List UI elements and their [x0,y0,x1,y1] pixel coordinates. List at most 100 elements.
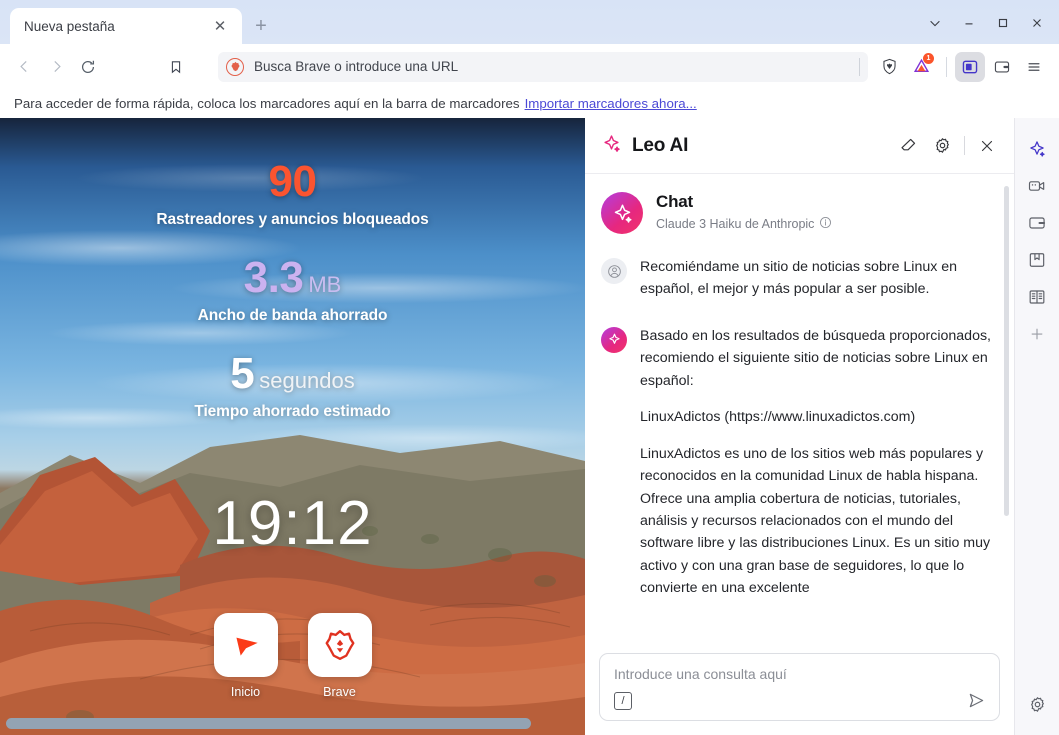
browser-window: Nueva pestaña ✕ + Busca Brave o introduc… [0,0,1059,735]
tab-strip: Nueva pestaña ✕ + [0,0,1059,44]
window-toolbar-actions [955,51,1049,82]
chat-message-user: Recomiéndame un sitio de noticias sobre … [601,256,992,301]
bookmark-button[interactable] [160,51,192,83]
leo-input-controls: / [614,690,987,711]
sidebar-settings-button[interactable] [1020,687,1054,721]
privacy-stats: 90 Rastreadores y anuncios bloqueados 3.… [0,160,585,448]
stat-unit: segundos [259,368,355,393]
slash-shortcut-key[interactable]: / [614,691,632,710]
leo-header-actions [893,131,1002,161]
sidebar-item-reading-list[interactable] [1020,280,1054,314]
horizontal-scrollbar[interactable] [6,718,531,729]
shortcut-inicio[interactable]: Inicio [210,613,282,699]
bookmarks-bar-hint: Para acceder de forma rápida, coloca los… [14,96,520,111]
user-avatar-icon [601,258,627,284]
sidebar-item-leo-ai[interactable] [1020,132,1054,166]
maximize-button[interactable] [987,10,1019,36]
content-area: 90 Rastreadores y anuncios bloqueados 3.… [0,118,1059,735]
close-button[interactable] [1021,10,1053,36]
shortcut-label: Inicio [230,685,261,699]
message-paragraph: Recomiéndame un sitio de noticias sobre … [640,259,958,298]
leo-avatar-icon [601,326,627,353]
leo-scrollbar[interactable] [1004,186,1009,516]
stat-value: 5 [230,349,255,398]
stat-time-saved: 5 segundos Tiempo ahorrado estimado [0,352,585,421]
chat-model-row: Claude 3 Haiku de Anthropic [656,216,832,232]
message-body: Recomiéndame un sitio de noticias sobre … [640,256,992,301]
brave-search-icon [226,57,244,76]
back-button[interactable] [8,51,40,83]
leo-panel-header: Leo AI [585,118,1014,174]
leo-ai-panel: Leo AI Chat Claude 3 Haiku de Anthropic … [585,118,1014,735]
erase-conversation-icon[interactable] [893,131,923,161]
shortcut-label: Brave [323,685,356,699]
close-icon[interactable] [972,131,1002,161]
cursor-arrow-icon [235,637,258,656]
ntp-clock: 19:12 [212,489,373,558]
leo-input-area: Introduce una consulta aquí / [585,647,1014,735]
brave-rewards-icon[interactable]: 1 [906,52,936,82]
shortcut-tile[interactable] [213,613,278,677]
leo-chat-heading: Chat Claude 3 Haiku de Anthropic [601,192,992,234]
stat-value-row: 90 [0,160,585,204]
reload-button[interactable] [72,51,104,83]
toolbar-divider [946,56,947,77]
stat-trackers-blocked: 90 Rastreadores y anuncios bloqueados [0,160,585,229]
brave-shields-icon[interactable] [874,52,904,82]
stat-value: 90 [268,157,317,206]
leo-conversation[interactable]: Chat Claude 3 Haiku de Anthropic Recomié… [585,174,1014,647]
import-bookmarks-link[interactable]: Importar marcadores ahora... [525,96,697,111]
sidebar-toggle-icon[interactable] [955,51,985,82]
chat-model-label: Claude 3 Haiku de Anthropic [656,217,815,231]
stat-value: 3.3 [243,253,304,302]
minimize-button[interactable] [953,10,985,36]
browser-tab[interactable]: Nueva pestaña ✕ [10,8,242,44]
toolbar-actions: 1 [874,52,936,82]
sidebar-item-bookmarks[interactable] [1020,243,1054,277]
address-bar[interactable]: Busca Brave o introduce una URL [218,51,868,82]
sidebar-item-talk[interactable] [1020,169,1054,203]
message-paragraph: LinuxAdictos es uno de los sitios web má… [640,445,991,597]
tab-close-icon[interactable]: ✕ [210,16,230,36]
send-message-icon[interactable] [966,690,987,711]
header-divider [964,136,965,155]
stat-label: Tiempo ahorrado estimado [194,403,391,420]
sidebar-item-wallet[interactable] [1020,206,1054,240]
message-body: Basado en los resultados de búsqueda pro… [640,325,992,600]
sparkle-icon [601,133,622,159]
info-icon[interactable] [819,216,832,232]
chat-title: Chat [656,192,693,211]
tab-title: Nueva pestaña [24,18,115,34]
stat-unit: MB [308,272,342,297]
address-bar-placeholder: Busca Brave o introduce una URL [254,59,459,74]
brave-lion-icon [325,630,354,660]
chat-message-assistant: Basado en los resultados de búsqueda pro… [601,325,992,600]
new-tab-page: 90 Rastreadores y anuncios bloqueados 3.… [0,118,585,735]
ntp-shortcuts: Inicio Brave [0,613,585,699]
omnibox-divider [859,57,860,76]
shortcut-brave[interactable]: Brave [304,613,376,699]
brave-wallet-icon[interactable] [987,52,1017,82]
stat-bandwidth-saved: 3.3 MB Ancho de banda ahorrado [0,256,585,325]
stat-label: Ancho de banda ahorrado [197,307,388,324]
new-tab-button[interactable]: + [246,11,276,41]
sidebar-item-add[interactable] [1020,317,1054,351]
bookmarks-bar: Para acceder de forma rápida, coloca los… [0,89,1059,118]
leo-avatar [601,192,643,234]
browser-menu-icon[interactable] [1019,52,1049,82]
rewards-badge: 1 [923,52,934,64]
leo-input-placeholder: Introduce una consulta aquí [614,666,787,682]
message-paragraph: LinuxAdictos (https://www.linuxadictos.c… [640,409,916,426]
settings-gear-icon[interactable] [927,131,957,161]
leo-query-box[interactable]: Introduce una consulta aquí / [599,653,1000,721]
stat-value-row: 3.3 MB [0,256,585,300]
forward-button[interactable] [40,51,72,83]
stat-value-row: 5 segundos [0,352,585,396]
message-paragraph: Basado en los resultados de búsqueda pro… [640,327,991,389]
tab-search-icon[interactable] [919,10,951,36]
shortcut-tile[interactable] [307,613,372,677]
window-controls [919,10,1053,36]
navigation-toolbar: Busca Brave o introduce una URL 1 [0,44,1059,89]
leo-panel-title: Leo AI [632,134,689,156]
stat-label: Rastreadores y anuncios bloqueados [156,211,429,228]
